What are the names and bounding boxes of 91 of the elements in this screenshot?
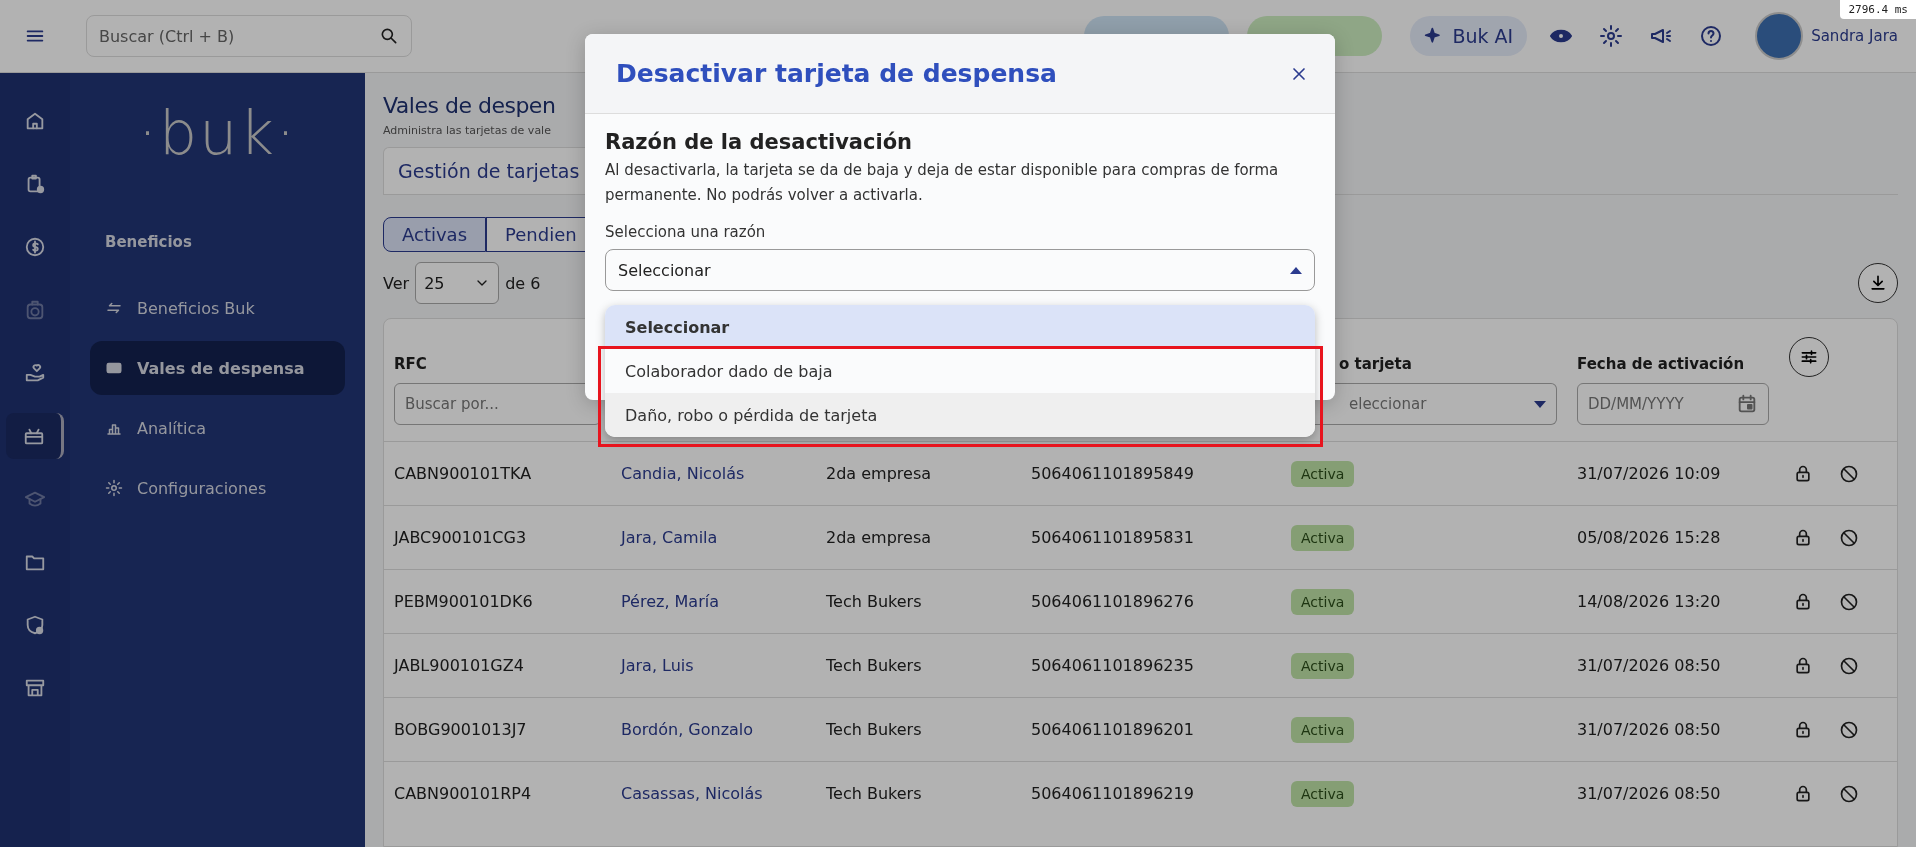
lock-icon (1793, 783, 1813, 804)
download-button[interactable] (1858, 263, 1898, 303)
lock-icon (1793, 719, 1813, 740)
status-badge: Activa (1291, 716, 1355, 743)
lock-icon (1793, 591, 1813, 612)
table-cell-text: Tech Bukers (825, 656, 923, 675)
download-icon (1868, 273, 1888, 293)
employee-link[interactable]: Casassas, Nicolás (621, 784, 763, 803)
ai-button[interactable]: Buk AI (1410, 16, 1528, 56)
table-cell-text: 5064061101896219 (1030, 784, 1195, 803)
table-cell-text: JABL900101GZ4 (392, 656, 525, 675)
bag-clock-icon (24, 299, 46, 321)
dialog-title: Desactivar tarjeta de despensa (616, 59, 1057, 88)
table-cell-text: 5064061101896201 (1030, 720, 1195, 739)
status-badge: Activa (1291, 460, 1355, 487)
sliders-icon (1799, 347, 1819, 367)
sidebar-item[interactable]: Analítica (90, 401, 345, 455)
dropdown-option[interactable]: Seleccionar (605, 305, 1315, 349)
search-field[interactable]: Buscar (Ctrl + B) (86, 15, 412, 57)
prohibited-icon (1839, 463, 1859, 484)
page-size-select[interactable]: 25 (415, 262, 500, 304)
avatar[interactable] (1755, 12, 1804, 60)
sidebar-item[interactable]: Vales de despensa (90, 341, 345, 395)
prohibited-icon (1839, 591, 1859, 612)
dollar-icon (24, 236, 46, 258)
status-badge: Activa (1291, 524, 1355, 551)
filter-tab[interactable]: Activas (383, 217, 486, 252)
employee-link[interactable]: Jara, Camila (621, 528, 718, 547)
timing-label: 2796.4 ms (1840, 0, 1916, 19)
date-field[interactable]: DD/MM/YYYY (1577, 383, 1769, 425)
table-cell-text: 5064061101895831 (1030, 528, 1195, 547)
sidebar-item[interactable]: Beneficios Buk (90, 281, 345, 335)
page-subtitle: Administra las tarjetas de vale (383, 124, 552, 137)
search-icon (379, 26, 399, 46)
home-icon (24, 110, 46, 132)
column-header: Fecha de activación (1577, 355, 1745, 373)
prohibited-icon (1839, 655, 1859, 676)
table-cell-text: Tech Bukers (825, 720, 923, 739)
reason-select[interactable]: Seleccionar (605, 249, 1315, 291)
table-cell-text: 5064061101895849 (1030, 464, 1195, 483)
lock-icon (1793, 527, 1813, 548)
prohibited-icon (1839, 527, 1859, 548)
employee-link[interactable]: Pérez, María (621, 592, 719, 611)
prohibited-icon (1839, 783, 1859, 804)
lock-icon (1793, 463, 1813, 484)
table-cell-text: Tech Bukers (825, 784, 923, 803)
sidebar-item[interactable]: Configuraciones (90, 461, 345, 515)
table-cell-text: 5064061101896235 (1030, 656, 1195, 675)
table-cell-text: 31/07/2026 08:50 (1576, 784, 1722, 803)
dropdown-option[interactable]: Daño, robo o pérdida de tarjeta (605, 393, 1315, 437)
lock-icon (1793, 655, 1813, 676)
section-heading: Razón de la desactivación (605, 130, 914, 154)
status-badge: Activa (1291, 588, 1355, 615)
employee-link[interactable]: Bordón, Gonzalo (621, 720, 754, 739)
table-cell-text: 31/07/2026 10:09 (1576, 464, 1722, 483)
table-cell-text: 05/08/2026 15:28 (1576, 528, 1722, 547)
employee-link[interactable]: Candia, Nicolás (621, 464, 745, 483)
table-cell-text: 5064061101896276 (1030, 592, 1195, 611)
table-cell-text: 14/08/2026 13:20 (1576, 592, 1722, 611)
logo[interactable]: ·buk· (138, 103, 297, 163)
table-cell-text: 31/07/2026 08:50 (1576, 656, 1722, 675)
prohibited-icon (1839, 719, 1859, 740)
calendar-icon (1736, 393, 1758, 415)
table-cell-text: JABC900101CG3 (392, 528, 528, 547)
page-title: Vales de despen (383, 93, 557, 118)
table-cell-text: 31/07/2026 08:50 (1576, 720, 1722, 739)
column-header: o tarjeta (1339, 355, 1412, 373)
description-text: Al desactivarla, la tarjeta se da de baja y deja de estar disponible para compras de forma permanente. No podrás volver a activarla. (605, 160, 1280, 206)
filter-field[interactable]: Buscar por... (394, 383, 601, 425)
field-label: Selecciona una razón (605, 223, 767, 241)
pager-label: Ver (383, 273, 410, 293)
pager-label: de 6 (505, 273, 541, 293)
table-cell-text: 2da empresa (825, 528, 933, 547)
help-icon (1699, 24, 1724, 48)
column-header: RFC (394, 355, 427, 373)
user-name: Sandra Jara (1811, 27, 1898, 45)
table-cell-text: CABN900101RP4 (393, 784, 533, 803)
shield-icon (24, 614, 46, 636)
store-icon (24, 677, 46, 699)
rail-nav-button[interactable] (6, 413, 64, 459)
hand-heart-icon (24, 362, 46, 384)
table-cell-text: Tech Bukers (825, 592, 923, 611)
table-cell-text: PEBM900101DK6 (393, 592, 534, 611)
column-settings-button[interactable] (1789, 337, 1829, 377)
employee-link[interactable]: Jara, Luis (621, 656, 694, 675)
table-cell-text: 2da empresa (825, 464, 933, 483)
status-badge: Activa (1291, 652, 1355, 679)
status-badge: Activa (1291, 780, 1355, 807)
table-cell-text: CABN900101TKA (393, 464, 533, 483)
section-heading: Beneficios (105, 233, 193, 251)
table-cell-text: BOBG9001013J7 (393, 720, 528, 739)
